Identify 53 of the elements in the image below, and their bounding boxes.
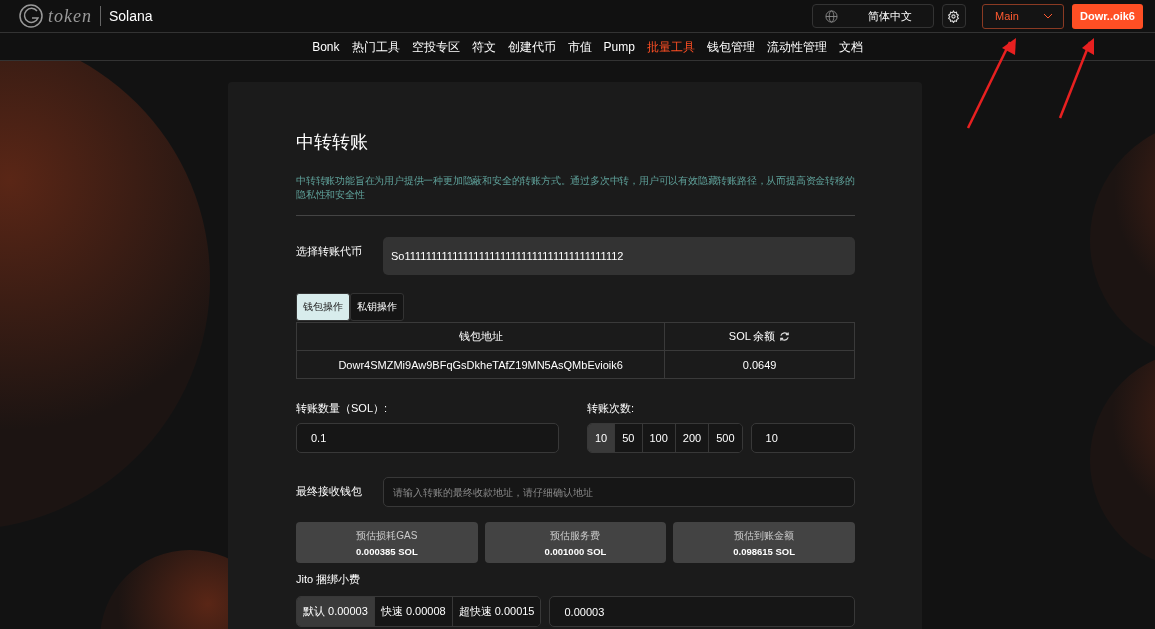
token-field[interactable]: So11111111111111111111111111111111111111112 <box>383 237 855 275</box>
count-option[interactable]: 50 <box>615 424 643 452</box>
globe-icon <box>824 9 838 23</box>
nav-link[interactable]: 钱包管理 <box>700 33 761 60</box>
nav-link[interactable]: 批量工具 <box>640 33 701 60</box>
nav-link[interactable]: Pump <box>597 33 641 60</box>
nav-link[interactable]: Bonk <box>306 33 346 60</box>
tip-option[interactable]: 默认 0.00003 <box>297 597 375 626</box>
logo-text: token <box>48 5 92 27</box>
token-label: 选择转账代币 <box>296 244 363 259</box>
tip-field[interactable]: 0.00003 <box>549 596 855 627</box>
amount-field[interactable]: 0.1 <box>296 423 559 453</box>
nav-link[interactable]: 市值 <box>561 33 598 60</box>
table-cell: 0.0649 <box>664 350 855 379</box>
estimate-label: 预估服务费 <box>550 528 601 543</box>
jito-label: Jito 捆绑小费 <box>296 572 362 587</box>
mode-tab[interactable]: 钱包操作 <box>296 293 350 321</box>
nav-link[interactable]: 流动性管理 <box>760 33 833 60</box>
tip-option[interactable]: 超快速 0.00015 <box>452 597 541 626</box>
mode-tab[interactable]: 私钥操作 <box>350 293 404 321</box>
nav-link[interactable]: 空投专区 <box>405 33 466 60</box>
estimate-label: 预估到账金额 <box>734 528 795 543</box>
receiver-label: 最终接收钱包 <box>296 484 363 499</box>
estimate-value: 0.001000 SOL <box>544 545 607 557</box>
nav-link[interactable]: 文档 <box>832 33 869 60</box>
count-option[interactable]: 500 <box>709 424 742 452</box>
count-option[interactable]: 10 <box>588 424 616 452</box>
count-field[interactable]: 10 <box>750 423 855 453</box>
page-title: 中转转账 <box>296 131 369 154</box>
amount-label: 转账数量（SOL）: <box>296 401 389 416</box>
column-header: 钱包地址 <box>458 330 503 342</box>
settings-button[interactable] <box>941 4 966 28</box>
refresh-icon[interactable] <box>779 331 791 342</box>
network-name: Solana <box>109 8 153 24</box>
count-option[interactable]: 100 <box>642 424 676 452</box>
count-label: 转账次数: <box>587 401 636 416</box>
receiver-field[interactable]: 请输入转账的最终收款地址，请仔细确认地址 <box>383 477 855 507</box>
estimate-label: 预估损耗GAS <box>356 528 418 543</box>
table-cell: Dowr4SMZMi9Aw9BFqGsDkheTAfZ19MN5AsQMbEvioik6 <box>296 350 665 379</box>
count-option[interactable]: 200 <box>675 424 710 452</box>
nav-link[interactable]: 热门工具 <box>345 33 406 60</box>
estimate-value: 0.000385 SOL <box>355 545 418 557</box>
nav-link[interactable]: 符文 <box>465 33 502 60</box>
settings-icon <box>947 9 961 23</box>
cluster-select[interactable]: Main <box>981 3 1064 29</box>
nav-link[interactable]: 创建代币 <box>501 33 562 60</box>
page-description: 中转转账功能旨在为用户提供一种更加隐蔽和安全的转账方式。通过多次中转，用户可以有效隐藏转账路径，从而提高资金转移的隐私性和安全性 <box>296 174 855 216</box>
logo-icon <box>18 3 44 29</box>
language-button[interactable]: 简体中文 <box>811 4 934 28</box>
tip-option[interactable]: 快速 0.00008 <box>374 597 453 626</box>
column-header: SOL 余额 <box>728 329 776 344</box>
chevron-down-icon <box>1042 13 1053 19</box>
estimate-value: 0.098615 SOL <box>733 545 796 557</box>
